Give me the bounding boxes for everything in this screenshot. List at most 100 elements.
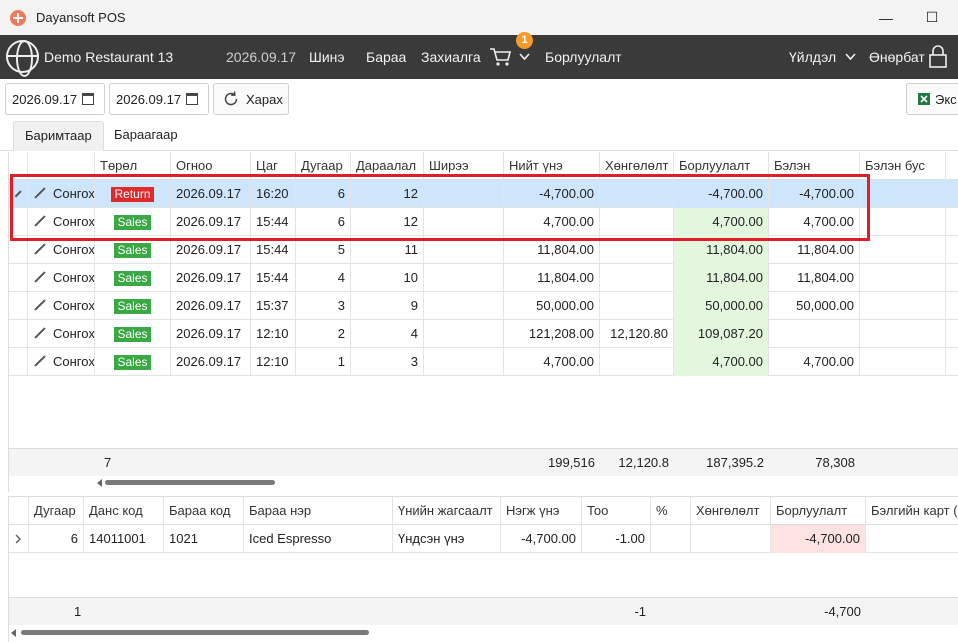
cart-icon[interactable] [489,47,513,67]
select-link[interactable]: Сонгох [28,236,95,264]
tab-by-product[interactable]: Бараагаар [103,121,189,151]
expand-row[interactable] [9,525,29,553]
detail-header-unit-price[interactable]: Нэгж үнэ [501,497,582,525]
select-label[interactable]: Сонгох [53,186,94,201]
date-to-picker[interactable]: 2026.09.17 [109,83,209,115]
detail-header-sales[interactable]: Борлуулалт [771,497,866,525]
table-row[interactable]: Сонгох Return 2026.09.17 16:20 6 12 -4,700.00-… [9,180,958,208]
select-label[interactable]: Сонгох [53,270,94,285]
header-discount[interactable]: Хөнгөлөлт [600,152,674,180]
sales-cell: 50,000.00 [674,292,769,320]
detail-sales-cell: -4,700.00 [771,525,866,553]
pencil-icon[interactable] [34,214,46,227]
export-button[interactable]: Экс [906,83,958,115]
scroll-thumb[interactable] [21,630,369,635]
header-number[interactable]: Дугаар [296,152,351,180]
select-link[interactable]: Сонгох [28,264,95,292]
detail-header-qty[interactable]: Тоо [582,497,651,525]
scroll-left-icon[interactable] [11,629,16,637]
header-date[interactable]: Огноо [171,152,251,180]
pencil-icon[interactable] [34,270,46,283]
select-label[interactable]: Сонгох [53,354,94,369]
detail-header-discount[interactable]: Хөнгөлөлт [691,497,771,525]
chevron-right-icon[interactable] [14,534,22,544]
nav-operations[interactable]: Үйлдэл [789,35,836,79]
nav-sales[interactable]: Борлуулалт [545,35,622,79]
header-sequence[interactable]: Дараалал [351,152,424,180]
type-cell: Sales [95,208,171,236]
scroll-left-icon[interactable] [97,479,102,487]
maximize-button[interactable]: ☐ [909,0,955,35]
select-label[interactable]: Сонгох [53,298,94,313]
detail-row[interactable]: 6 14011001 1021 Iced Espresso Үндсэн үнэ -4,7… [9,525,958,553]
pencil-icon[interactable] [34,298,46,311]
header-time[interactable]: Цаг [251,152,296,180]
table-cell [424,348,504,376]
nav-orders[interactable]: Захиалга [421,35,481,79]
pencil-icon[interactable] [34,186,46,199]
view-button[interactable]: Харах [213,83,289,115]
detail-header-product-code[interactable]: Бараа код [164,497,244,525]
type-cell: Sales [95,236,171,264]
header-type[interactable]: Төрөл [95,152,171,180]
select-label[interactable]: Сонгох [53,326,94,341]
header-cash[interactable]: Бэлэн [769,152,860,180]
table-row[interactable]: Сонгох Sales 2026.09.17 15:44 4 10 11,804.00 11… [9,264,958,292]
calendar-icon[interactable] [82,93,94,105]
cash-cell: -4,700.00 [769,180,860,208]
select-link[interactable]: Сонгох [28,180,95,208]
table-row[interactable]: Сонгох Sales 2026.09.17 12:10 2 4 121,208.00 12… [9,320,958,348]
table-row[interactable]: Сонгох Sales 2026.09.17 15:44 5 11 11,804.00 11… [9,236,958,264]
detail-header-price-list[interactable]: Үнийн жагсаалт [393,497,501,525]
scroll-thumb[interactable] [105,480,275,485]
type-cell: Sales [95,292,171,320]
detail-header-account[interactable]: Данс код [84,497,164,525]
detail-header-gift-card[interactable]: Бэлгийн карт ( [866,497,958,525]
calendar-icon[interactable] [186,93,198,105]
select-link[interactable]: Сонгох [28,320,95,348]
detail-header-number[interactable]: Дугаар [29,497,84,525]
lock-icon[interactable] [928,45,948,69]
detail-header-percent[interactable]: % [651,497,691,525]
empty-cell [946,236,958,264]
refresh-icon [224,91,238,106]
documents-horizontal-scrollbar[interactable] [95,476,958,490]
tab-by-document[interactable]: Баримтаар [13,121,104,151]
select-label[interactable]: Сонгох [53,242,94,257]
select-label[interactable]: Сонгох [53,214,94,229]
type-badge: Sales [114,299,151,314]
minimize-button[interactable]: — [863,0,909,35]
detail-header-product-name[interactable]: Бараа нэр [244,497,393,525]
empty-cell [9,292,28,320]
nav-new[interactable]: Шинэ [309,35,345,79]
globe-icon[interactable] [6,40,39,77]
detail-grid-header: Дугаар Данс код Бараа код Бараа нэр Үний… [9,497,958,525]
total-cell: 4,700.00 [504,208,600,236]
pencil-icon[interactable] [34,326,46,339]
header-total[interactable]: Нийт үнэ [504,152,600,180]
table-row[interactable]: Сонгох Sales 2026.09.17 15:37 3 9 50,000.00 50,… [9,292,958,320]
discount-cell [600,264,674,292]
header-noncash[interactable]: Бэлэн бус [860,152,946,180]
detail-horizontal-scrollbar[interactable] [9,626,958,640]
select-link[interactable]: Сонгох [28,292,95,320]
number-cell: 6 [296,180,351,208]
pencil-icon[interactable] [34,242,46,255]
table-row[interactable]: Сонгох Sales 2026.09.17 15:44 6 12 4,700.00 4,7… [9,208,958,236]
sales-cell: 4,700.00 [674,348,769,376]
select-link[interactable]: Сонгох [28,348,95,376]
table-cell [424,320,504,348]
date-from-picker[interactable]: 2026.09.17 [5,83,105,115]
sequence-cell: 12 [351,180,424,208]
table-cell [424,292,504,320]
table-row[interactable]: Сонгох Sales 2026.09.17 12:10 1 3 4,700.00 4,70… [9,348,958,376]
chevron-down-icon[interactable] [845,53,856,61]
select-link[interactable]: Сонгох [28,208,95,236]
type-cell: Sales [95,320,171,348]
pencil-icon[interactable] [34,354,46,367]
header-sales[interactable]: Борлуулалт [674,152,769,180]
chevron-down-icon[interactable] [519,53,530,61]
nav-user[interactable]: Өнөрбат [869,35,925,79]
nav-products[interactable]: Бараа [366,35,406,79]
header-table[interactable]: Ширээ [424,152,504,180]
